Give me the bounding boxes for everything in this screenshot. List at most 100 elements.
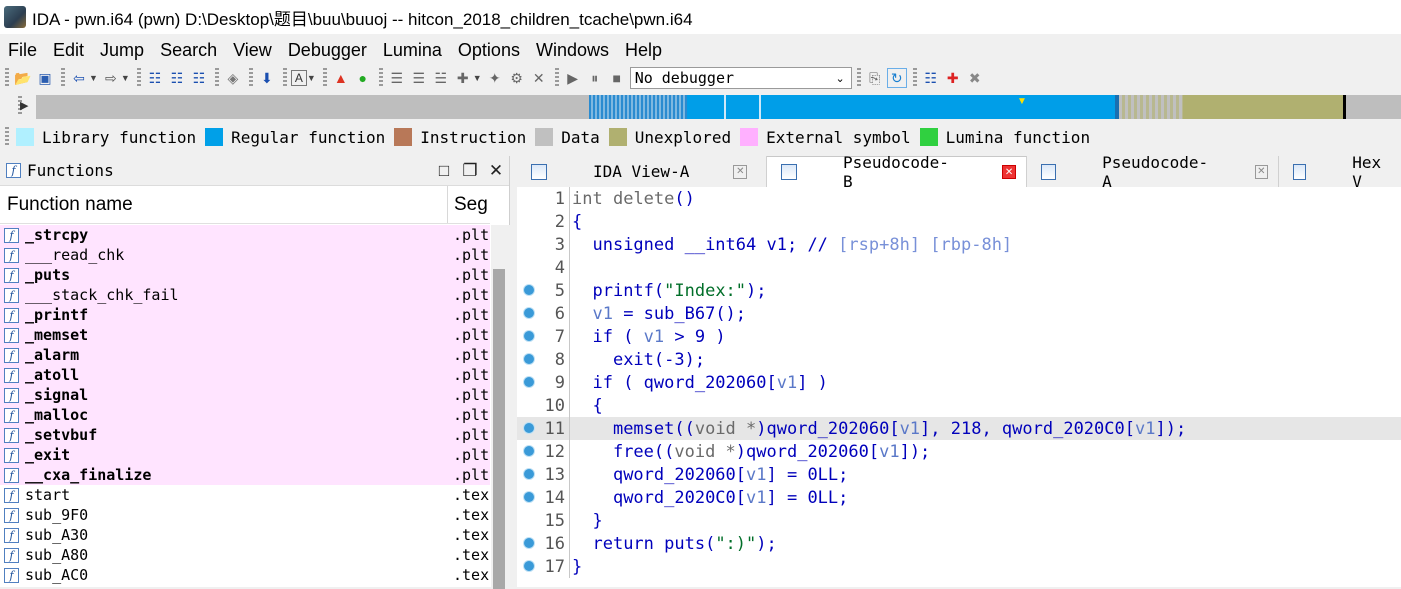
toolbar-grip[interactable] xyxy=(61,68,65,88)
memory-icon[interactable]: ☷ xyxy=(921,68,941,88)
scrollbar-thumb[interactable] xyxy=(493,269,505,589)
chevron-down-icon[interactable]: ▼ xyxy=(307,73,316,83)
function-row[interactable]: f _memset .plt xyxy=(0,325,490,345)
column-function-name[interactable]: Function name xyxy=(0,186,448,223)
pseudocode-view[interactable]: 1 int delete() 2 { 3 unsigned __int64 v1… xyxy=(517,187,1401,587)
toolbar-grip[interactable] xyxy=(378,68,383,88)
debugger-select[interactable]: No debugger ⌄ xyxy=(629,67,852,89)
function-row[interactable]: f _setvbuf .plt xyxy=(0,425,490,445)
add-icon[interactable]: ✚ xyxy=(453,68,473,88)
struct-icon[interactable]: ☰ xyxy=(387,68,407,88)
menu-jump[interactable]: Jump xyxy=(92,40,152,61)
code-line[interactable]: 12 free((void *)qword_202060[v1]); xyxy=(517,440,1401,463)
enum-icon[interactable]: ☰ xyxy=(409,68,429,88)
function-row[interactable]: f _puts .plt xyxy=(0,265,490,285)
tab-close-icon[interactable]: ✕ xyxy=(733,164,748,179)
toolbar-grip[interactable] xyxy=(856,68,861,88)
toolbar-grip[interactable] xyxy=(214,68,219,88)
text-a-icon[interactable]: A xyxy=(290,70,307,86)
menu-help[interactable]: Help xyxy=(617,40,670,61)
navigation-bar[interactable]: ▼ xyxy=(36,95,1401,119)
search-immediate-icon[interactable]: ☷ xyxy=(189,68,209,88)
tab-hex-view[interactable]: Hex V xyxy=(1279,153,1401,191)
attach-icon[interactable]: ⎘ xyxy=(865,68,885,88)
code-line-highlighted[interactable]: 11 memset((void *)qword_202060[v1], 218,… xyxy=(517,417,1401,440)
code-line[interactable]: 3 unsigned __int64 v1; // [rsp+8h] [rbp-… xyxy=(517,233,1401,256)
function-row[interactable]: f _alarm .plt xyxy=(0,345,490,365)
menu-options[interactable]: Options xyxy=(450,40,528,61)
function-row[interactable]: f sub_A30 .text xyxy=(0,525,490,545)
function-row[interactable]: f sub_AC0 .text xyxy=(0,565,490,585)
code-line[interactable]: 4 xyxy=(517,256,1401,279)
tab-ida-view-a[interactable]: IDA View-A ✕ xyxy=(517,156,767,187)
warning-icon[interactable]: ▲ xyxy=(331,68,351,88)
forward-arrow-icon[interactable]: ⇨ xyxy=(101,68,121,88)
chevron-down-icon[interactable]: ▼ xyxy=(89,73,98,83)
chevron-down-icon[interactable]: ▼ xyxy=(121,73,130,83)
local-types-icon[interactable]: ☱ xyxy=(431,68,451,88)
down-arrow-icon[interactable]: ⬇ xyxy=(257,68,277,88)
breakpoint-remove-icon[interactable]: ✖ xyxy=(965,68,985,88)
open-folder-icon[interactable]: 📂 xyxy=(13,68,33,88)
menu-lumina[interactable]: Lumina xyxy=(375,40,450,61)
toolbar-grip[interactable] xyxy=(554,68,559,88)
pause-icon[interactable]: ⏸ xyxy=(585,68,605,88)
close-x-icon[interactable]: ✕ xyxy=(529,68,549,88)
toolbar-grip[interactable] xyxy=(912,68,917,88)
function-row[interactable]: fstart .text xyxy=(0,485,490,505)
code-line[interactable]: 14 qword_2020C0[v1] = 0LL; xyxy=(517,486,1401,509)
menu-file[interactable]: File xyxy=(0,40,45,61)
search-text-icon[interactable]: ☷ xyxy=(167,68,187,88)
graph-icon[interactable]: ⚙ xyxy=(507,68,527,88)
function-row[interactable]: f ___read_chk .plt xyxy=(0,245,490,265)
nav-left-arrow-icon[interactable]: ▶ xyxy=(20,99,28,112)
refresh-icon[interactable]: ↻ xyxy=(886,68,907,88)
code-line[interactable]: 9 if ( qword_202060[v1] ) xyxy=(517,371,1401,394)
menu-windows[interactable]: Windows xyxy=(528,40,617,61)
breakpoint-add-icon[interactable]: ✚ xyxy=(943,68,963,88)
function-row[interactable]: f sub_9F0 .text xyxy=(0,505,490,525)
play-icon[interactable]: ▶ xyxy=(563,68,583,88)
function-row[interactable]: f ___stack_chk_fail .plt xyxy=(0,285,490,305)
function-row[interactable]: f _malloc .plt xyxy=(0,405,490,425)
code-line[interactable]: 5 printf("Index:"); xyxy=(517,279,1401,302)
code-line[interactable]: 10 { xyxy=(517,394,1401,417)
code-line[interactable]: 2 { xyxy=(517,210,1401,233)
patch-icon[interactable]: ✦ xyxy=(485,68,505,88)
code-line[interactable]: 6 v1 = sub_B67(); xyxy=(517,302,1401,325)
code-line[interactable]: 7 if ( v1 > 9 ) xyxy=(517,325,1401,348)
navigation-band[interactable]: ▶ ▼ xyxy=(0,93,1401,121)
toolbar-grip[interactable] xyxy=(136,68,141,88)
legend-grip[interactable] xyxy=(5,127,9,147)
toolbar-grip[interactable] xyxy=(5,68,9,88)
save-icon[interactable]: ▣ xyxy=(35,68,55,88)
chevron-down-icon[interactable]: ▼ xyxy=(473,73,482,83)
code-line[interactable]: 16 return puts(":)"); xyxy=(517,532,1401,555)
restore-icon[interactable]: ❐ xyxy=(457,161,483,181)
column-segment[interactable]: Seg xyxy=(448,194,488,216)
function-row[interactable]: f __cxa_finalize .plt xyxy=(0,465,490,485)
function-row[interactable]: f _atoll .plt xyxy=(0,365,490,385)
maximize-icon[interactable]: □ xyxy=(431,161,457,181)
back-arrow-icon[interactable]: ⇦ xyxy=(69,68,89,88)
code-line[interactable]: 8 exit(-3); xyxy=(517,348,1401,371)
menu-debugger[interactable]: Debugger xyxy=(280,40,375,61)
function-row[interactable]: f _strcpy .plt xyxy=(0,225,490,245)
code-line[interactable]: 17 } xyxy=(517,555,1401,578)
tab-close-icon[interactable]: ✕ xyxy=(1254,164,1268,179)
code-line[interactable]: 13 qword_202060[v1] = 0LL; xyxy=(517,463,1401,486)
menu-edit[interactable]: Edit xyxy=(45,40,92,61)
function-row[interactable]: f _signal .plt xyxy=(0,385,490,405)
functions-scrollbar[interactable] xyxy=(491,225,510,589)
function-row[interactable]: f _printf .plt xyxy=(0,305,490,325)
hex-icon[interactable]: ◈ xyxy=(223,68,243,88)
toolbar-grip[interactable] xyxy=(248,68,253,88)
code-line[interactable]: 15 } xyxy=(517,509,1401,532)
tab-pseudocode-a[interactable]: Pseudocode-A ✕ xyxy=(1027,153,1279,191)
search-binary-icon[interactable]: ☷ xyxy=(145,68,165,88)
close-icon[interactable]: ✕ xyxy=(483,161,509,181)
menu-search[interactable]: Search xyxy=(152,40,225,61)
tab-close-icon[interactable]: ✕ xyxy=(1002,165,1016,179)
green-circle-icon[interactable]: ● xyxy=(353,68,373,88)
function-row[interactable]: f sub_A80 .text xyxy=(0,545,490,565)
